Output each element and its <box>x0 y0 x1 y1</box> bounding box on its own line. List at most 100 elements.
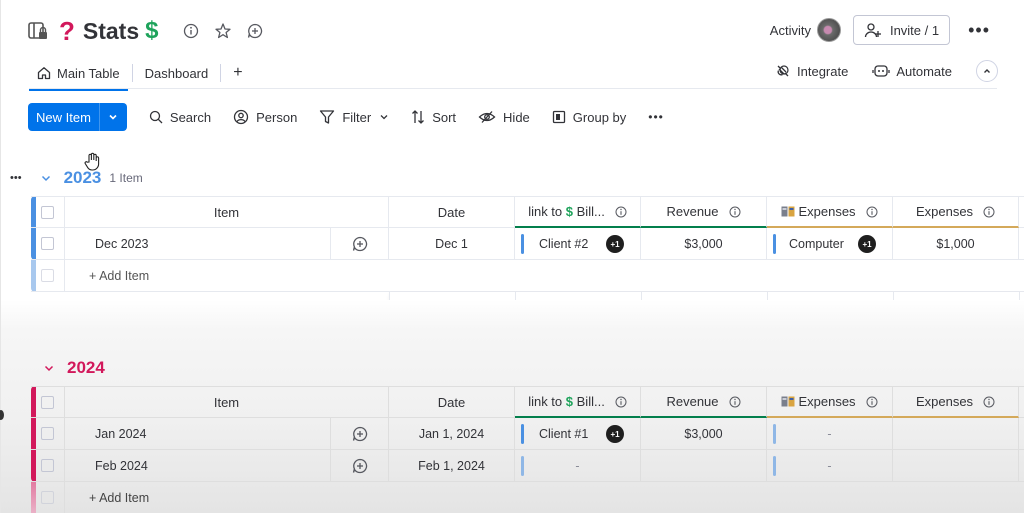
column-header-revenue[interactable]: Revenue <box>641 197 767 228</box>
more-links-badge[interactable]: +1 <box>606 425 624 443</box>
table-row[interactable]: Jan 2024 Jan 1, 2024 Client #1 +1 $3,000… <box>31 418 1024 450</box>
date-cell[interactable]: Feb 1, 2024 <box>389 450 515 482</box>
updates-cell[interactable] <box>331 418 389 450</box>
table-row[interactable]: Dec 2023 Dec 1 Client #2 +1 $3,000 Compu… <box>31 228 1024 260</box>
expenses-cell[interactable]: $1,000 <box>893 228 1019 260</box>
add-item-input[interactable]: + Add Item <box>89 269 149 283</box>
integrate-icon <box>777 65 789 77</box>
hide-button[interactable]: Hide <box>478 110 530 125</box>
linked-item-bar <box>773 234 776 254</box>
invite-button[interactable]: Invite / 1 <box>852 15 951 45</box>
updates-cell[interactable] <box>331 228 389 260</box>
revenue-cell[interactable] <box>641 450 767 482</box>
info-icon[interactable] <box>729 206 741 218</box>
link-cell[interactable]: Client #1 +1 <box>515 418 641 450</box>
filter-button[interactable]: Filter <box>319 109 389 125</box>
user-avatar[interactable] <box>816 18 841 42</box>
revenue-cell[interactable]: $3,000 <box>641 228 767 260</box>
group-menu-button[interactable]: ••• <box>10 172 22 184</box>
select-all-checkbox[interactable] <box>41 205 54 219</box>
row-checkbox[interactable] <box>41 427 54 440</box>
info-icon[interactable] <box>615 206 627 218</box>
updates-cell[interactable] <box>331 450 389 482</box>
new-item-button[interactable]: New Item <box>28 103 127 131</box>
tab-dashboard[interactable]: Dashboard <box>137 60 217 86</box>
add-view-button[interactable]: + <box>225 60 250 86</box>
linked-item-bar <box>773 456 776 476</box>
new-item-dropdown[interactable] <box>98 103 127 131</box>
info-icon[interactable] <box>866 206 878 218</box>
add-update-icon <box>352 426 367 441</box>
add-item-cell[interactable]: + Add Item <box>65 260 389 292</box>
automate-button[interactable]: Automate <box>872 64 952 79</box>
column-title: Expenses <box>798 204 856 219</box>
sort-button[interactable]: Sort <box>411 109 456 125</box>
table-row[interactable]: Feb 2024 Feb 1, 2024 - - <box>31 450 1024 482</box>
search-button[interactable]: Search <box>149 110 211 125</box>
column-header-item[interactable]: Item <box>65 197 389 228</box>
toolbar-more-button[interactable]: ••• <box>648 110 664 124</box>
column-header-date[interactable]: Date <box>389 387 515 418</box>
column-header-date[interactable]: Date <box>389 197 515 228</box>
column-header-revenue[interactable]: Revenue <box>641 387 767 418</box>
star-icon[interactable] <box>213 21 233 41</box>
chevron-down-icon[interactable] <box>40 172 52 184</box>
item-name-cell[interactable]: Dec 2023 <box>65 228 331 260</box>
expenses-cell[interactable] <box>893 418 1019 450</box>
column-header-link[interactable]: link to $ Bill... <box>515 387 641 418</box>
more-links-badge[interactable]: +1 <box>606 235 624 253</box>
group-by-button[interactable]: Group by <box>552 110 626 125</box>
column-header-link[interactable]: link to $ Bill... <box>515 197 641 228</box>
more-links-badge[interactable]: +1 <box>858 235 876 253</box>
activity-link[interactable]: Activity <box>770 23 811 38</box>
link-cell[interactable]: Client #2 +1 <box>515 228 641 260</box>
tab-main-table[interactable]: Main Table <box>29 60 128 91</box>
column-header-item[interactable]: Item <box>65 387 389 418</box>
info-icon[interactable] <box>983 206 995 218</box>
linked-item-name[interactable]: Client #1 <box>539 418 588 449</box>
link-cell[interactable]: - <box>515 450 641 482</box>
info-icon[interactable] <box>983 396 995 408</box>
item-name-cell[interactable]: Feb 2024 <box>65 450 331 482</box>
linked-item-bar <box>521 424 524 444</box>
collapse-header-button[interactable] <box>976 60 998 82</box>
revenue-cell[interactable]: $3,000 <box>641 418 767 450</box>
info-icon[interactable] <box>729 396 741 408</box>
add-item-input[interactable]: + Add Item <box>89 491 149 505</box>
person-filter-button[interactable]: Person <box>233 109 297 125</box>
chevron-down-icon[interactable] <box>43 362 55 374</box>
linked-item-name[interactable]: Computer <box>789 228 844 259</box>
revenue-value: $3,000 <box>684 236 723 251</box>
column-title: Date <box>437 204 466 220</box>
linked-item-name[interactable]: Client #2 <box>539 228 588 259</box>
info-icon[interactable] <box>615 396 627 408</box>
column-title: Revenue <box>666 204 719 219</box>
expenses-cell[interactable] <box>893 450 1019 482</box>
integrate-button[interactable]: Integrate <box>775 63 848 79</box>
date-cell[interactable]: Jan 1, 2024 <box>389 418 515 450</box>
row-checkbox[interactable] <box>41 237 54 250</box>
board-title[interactable]: Stats <box>83 18 139 45</box>
date-cell[interactable]: Dec 1 <box>389 228 515 260</box>
expense-link-cell[interactable]: Computer +1 <box>767 228 893 260</box>
empty-value: - <box>827 458 832 473</box>
item-name-cell[interactable]: Jan 2024 <box>65 418 331 450</box>
group-title[interactable]: 2024 <box>67 358 105 378</box>
select-all-checkbox[interactable] <box>41 395 54 409</box>
column-header-expenses[interactable]: Expenses <box>893 197 1019 228</box>
column-header-expenses-link[interactable]: Expenses <box>767 197 893 228</box>
expense-link-cell[interactable]: - <box>767 450 893 482</box>
group-title[interactable]: 2023 <box>64 168 102 188</box>
info-icon[interactable] <box>866 396 878 408</box>
expense-link-cell[interactable]: - <box>767 418 893 450</box>
automate-label: Automate <box>896 63 952 79</box>
info-icon[interactable] <box>181 21 201 41</box>
row-checkbox[interactable] <box>41 459 54 472</box>
board-more-menu[interactable]: ••• <box>968 21 990 39</box>
add-update-icon[interactable] <box>245 21 265 41</box>
chevron-down-icon[interactable] <box>379 112 389 122</box>
row-select-cell <box>31 482 65 513</box>
column-header-expenses[interactable]: Expenses <box>893 387 1019 418</box>
column-header-expenses-link[interactable]: Expenses <box>767 387 893 418</box>
add-item-cell[interactable]: + Add Item <box>65 482 389 513</box>
